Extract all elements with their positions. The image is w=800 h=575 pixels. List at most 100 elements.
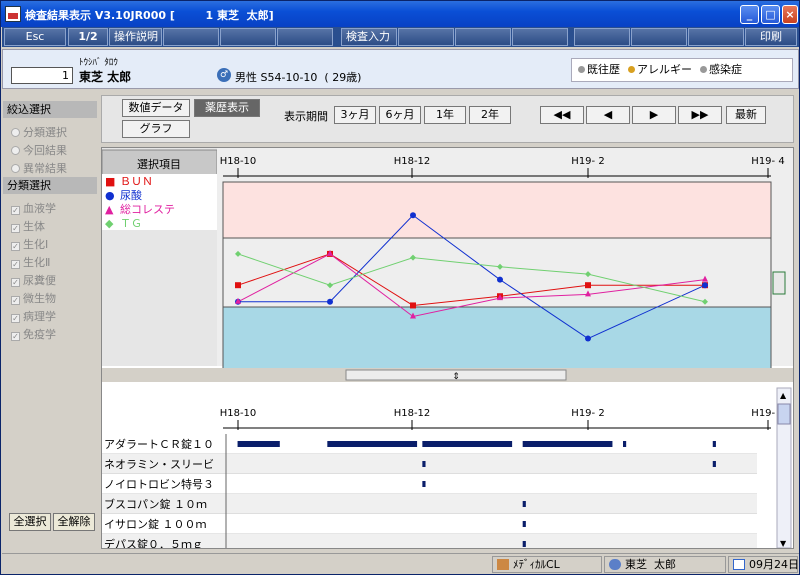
drug-x-axis-label: H18-12: [394, 408, 431, 419]
period-2years-button[interactable]: 2年: [469, 106, 511, 124]
legend-marker-icon: ▲: [105, 203, 114, 216]
last-page-button[interactable]: ▶▶: [678, 106, 722, 124]
category-checkbox-3[interactable]: ✓ 生化Ⅱ: [11, 254, 50, 270]
graph-button[interactable]: グラフ: [122, 120, 190, 138]
radio-icon: [11, 128, 20, 137]
drug-period-bar: [623, 441, 627, 447]
chart-area: 選択項目 H18-10 H18-12 H19- 2 H19- 4 ■ ＢＵＮ ● 尿酸 ▲ 総コレス…: [101, 147, 794, 555]
zoom-icon: [772, 271, 786, 295]
drug-name: ネオラミン・スリービ: [104, 458, 214, 471]
drug-x-axis-label: H19- 2: [571, 408, 604, 419]
lab-result-chart: 選択項目 H18-10 H18-12 H19- 2 H19- 4 ■ ＢＵＮ ● 尿酸 ▲ 総コレス…: [101, 148, 793, 555]
data-point: [585, 282, 591, 289]
x-axis-label: H19- 2: [571, 156, 604, 167]
category-checkbox-2[interactable]: ✓ 生化Ⅰ: [11, 236, 48, 252]
app-icon: [497, 559, 509, 570]
toolbar-slot-6[interactable]: [277, 28, 333, 46]
radio-icon: [11, 164, 20, 173]
latest-button[interactable]: 最新: [726, 106, 766, 124]
drug-period-bar: [422, 481, 426, 487]
drug-scroll-thumb: [777, 403, 791, 425]
history-past[interactable]: 既往歴: [578, 59, 620, 81]
scroll-up-icon: ▲: [780, 391, 787, 400]
category-checkbox-5[interactable]: ✓ 微生物: [11, 290, 56, 306]
drug-history-button[interactable]: 薬歴表示: [194, 99, 260, 117]
period-3months-button[interactable]: 3ヶ月: [334, 106, 376, 124]
category-checkbox-4[interactable]: ✓ 尿糞便: [11, 272, 56, 288]
first-page-button[interactable]: ◀◀: [540, 106, 584, 124]
toolbar-slot-9[interactable]: [455, 28, 511, 46]
category-checkbox-7[interactable]: ✓ 免疫学: [11, 326, 56, 342]
calendar-icon: [733, 559, 745, 570]
legend-item: 総コレステ: [120, 202, 175, 216]
toolbar-slot-12[interactable]: [631, 28, 687, 46]
legend-item: ＴＧ: [120, 217, 142, 230]
period-label: 表示期間: [284, 110, 328, 123]
patient-id-field[interactable]: 1: [11, 67, 73, 84]
legend-item: ＢＵＮ: [120, 175, 153, 188]
drug-period-bar: [327, 441, 418, 447]
drug-period-bar: [422, 441, 513, 447]
low-range-band: [222, 306, 772, 370]
toolbar-slot-13[interactable]: [688, 28, 744, 46]
status-app: ﾒﾃﾞｨｶﾙCL: [492, 556, 602, 573]
data-point: [702, 282, 708, 289]
category-checkbox-1[interactable]: ✓ 生体: [11, 218, 45, 234]
maximize-button[interactable]: □: [761, 5, 780, 24]
drug-period-bar: [422, 461, 426, 467]
filter-option-abnormal[interactable]: 異常結果: [11, 160, 67, 176]
esc-button[interactable]: Esc: [4, 28, 66, 46]
period-6months-button[interactable]: 6ヶ月: [379, 106, 421, 124]
patient-header: 1 ﾄｳｼﾊﾞ ﾀﾛｳ 東芝 太郎 ♂ 男性 S54-10-10 ( 29歳) …: [2, 49, 799, 89]
drug-period-bar: [237, 441, 280, 447]
toolbar-slot-10[interactable]: [512, 28, 568, 46]
toolbar-slot-11[interactable]: [574, 28, 630, 46]
history-indicators: 既往歴 アレルギー 感染症: [571, 58, 793, 82]
patient-kana: ﾄｳｼﾊﾞ ﾀﾛｳ: [79, 58, 118, 68]
filter-option-category[interactable]: 分類選択: [11, 124, 67, 140]
numeric-data-button[interactable]: 数値データ: [122, 99, 190, 117]
minimize-button[interactable]: _: [740, 5, 759, 24]
close-button[interactable]: ×: [782, 5, 798, 24]
legend-item: 尿酸: [120, 188, 142, 202]
legend-marker-icon: ●: [105, 189, 115, 202]
next-page-button[interactable]: ▶: [632, 106, 676, 124]
status-user: 東芝 太郎: [604, 556, 726, 573]
category-checkbox-0[interactable]: ✓ 血液学: [11, 200, 56, 216]
filter-title: 絞込選択: [3, 101, 97, 118]
radio-icon: [11, 146, 20, 155]
period-1year-button[interactable]: 1年: [424, 106, 466, 124]
history-allergy[interactable]: アレルギー: [628, 59, 692, 81]
checkbox-icon: ✓: [11, 206, 20, 215]
drug-name: ノイロトロビン特号３: [104, 477, 214, 491]
function-toolbar: Esc 1/2 操作説明 検査入力 印刷: [2, 27, 799, 47]
manual-button[interactable]: 操作説明: [109, 28, 162, 46]
status-date: 09月24日: [728, 556, 799, 573]
drug-name: デパス錠０．５ｍｇ: [104, 537, 203, 548]
select-items-header: 選択項目: [137, 157, 181, 171]
deselect-all-button[interactable]: 全解除: [53, 513, 95, 531]
data-point: [585, 335, 591, 342]
data-point: [327, 298, 333, 305]
toolbar-slot-8[interactable]: [398, 28, 454, 46]
checkbox-icon: ✓: [11, 242, 20, 251]
drug-name: ブスコパン錠 １０ｍ: [104, 497, 207, 511]
status-bar: ﾒﾃﾞｨｶﾙCL 東芝 太郎 09月24日: [2, 553, 799, 574]
data-point: [410, 212, 416, 219]
data-point: [235, 282, 241, 289]
prev-page-button[interactable]: ◀: [586, 106, 630, 124]
drug-period-bar: [522, 501, 526, 507]
print-button[interactable]: 印刷: [745, 28, 797, 46]
filter-option-current[interactable]: 今回結果: [11, 142, 67, 158]
patient-name: 東芝 太郎: [79, 70, 132, 84]
toolbar-slot-4[interactable]: [163, 28, 219, 46]
title-bar: 検査結果表示 V3.10JR000 [ 1 東芝 太郎] _ □ ×: [1, 1, 799, 27]
checkbox-icon: ✓: [11, 224, 20, 233]
select-all-button[interactable]: 全選択: [9, 513, 51, 531]
history-infection[interactable]: 感染症: [700, 59, 742, 81]
category-checkbox-6[interactable]: ✓ 病理学: [11, 308, 56, 324]
x-axis-label: H19- 4: [751, 156, 784, 167]
checkbox-icon: ✓: [11, 314, 20, 323]
exam-input-button[interactable]: 検査入力: [341, 28, 397, 46]
toolbar-slot-5[interactable]: [220, 28, 276, 46]
